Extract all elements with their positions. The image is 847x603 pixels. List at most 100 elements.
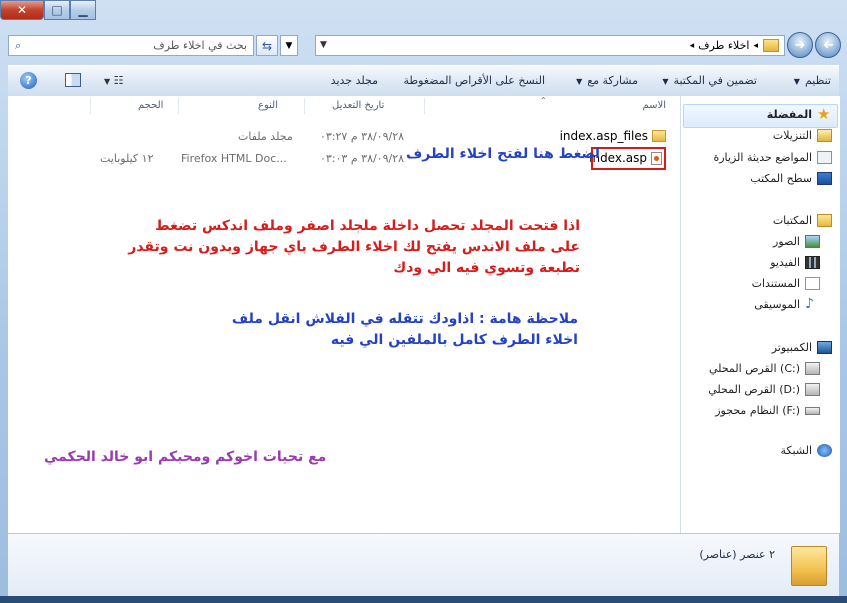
highlight-box [591, 147, 666, 170]
nav-label: المكتبات [772, 214, 812, 227]
breadcrumb-separator[interactable]: ◂ [753, 41, 758, 51]
column-divider[interactable] [90, 98, 91, 114]
nav-recent-places[interactable]: المواضع حديثة الزيارة [713, 151, 832, 164]
recent-places-icon [817, 151, 832, 164]
nav-downloads[interactable]: التنزيلات [773, 129, 832, 142]
breadcrumb-item[interactable]: اخلاء طرف [698, 39, 749, 52]
folder-icon [791, 546, 827, 586]
history-dropdown[interactable]: ▼ [280, 35, 298, 56]
share-with-button[interactable]: ▼ مشاركة مع [576, 74, 638, 87]
nav-documents[interactable]: المستندات [752, 277, 820, 290]
caption-buttons: ✕ □ ▁ [0, 0, 96, 20]
computer-icon [817, 341, 832, 354]
taskbar [0, 596, 847, 603]
refresh-button[interactable]: ⇆ [256, 35, 278, 56]
folder-icon [763, 39, 779, 52]
chevron-down-icon: ▼ [793, 77, 800, 86]
organize-button[interactable]: ▼ تنظيم [794, 74, 831, 87]
nav-label: المفضلة [766, 108, 812, 121]
nav-label: الصور [773, 235, 800, 248]
column-divider[interactable] [424, 98, 425, 114]
change-view-button[interactable]: ▼ ☷ [104, 74, 124, 87]
videos-icon [805, 256, 820, 269]
nav-label: الشبكة [780, 444, 812, 457]
maximize-button[interactable]: □ [44, 0, 70, 20]
file-row-folder[interactable]: index.asp_files [560, 129, 666, 143]
view-list-icon: ☷ [113, 74, 124, 87]
file-list: الاسم ⌃ تاريخ التعديل النوع الحجم index.… [8, 96, 680, 533]
nav-label: التنزيلات [772, 129, 812, 142]
star-icon: ★ [817, 105, 831, 123]
nav-desktop[interactable]: سطح المكتب [750, 172, 832, 185]
item-count: ٢ عنصر (عناصر) [699, 548, 775, 561]
file-modified: ٣٨/٠٩/٢٨ م ٠٣:٢٧ [320, 130, 405, 143]
new-folder-label: مجلد جديد [330, 74, 378, 87]
column-divider[interactable] [178, 98, 179, 114]
nav-label: المواضع حديثة الزيارة [713, 151, 812, 164]
search-icon: ⌕ [15, 38, 22, 52]
nav-music[interactable]: الموسيقى ♪ [754, 297, 820, 311]
burn-label: النسخ على الأقراص المضغوطة [403, 74, 545, 87]
desktop-icon [817, 172, 832, 185]
nav-libraries[interactable]: المكتبات [773, 214, 832, 227]
nav-label: القرص المحلي (D:) [708, 383, 800, 396]
drive-icon [805, 406, 820, 415]
downloads-icon [817, 129, 832, 142]
command-bar: ▼ تنظيم ▼ تضمين في المكتبة ▼ مشاركة مع النس… [8, 65, 839, 97]
explorer-window: ✕ □ ▁ ➜ ➜ ◂ اخلاء طرف ◂ ▼ ⇆ ▼ ⌕ بحث في ا… [0, 0, 847, 603]
forward-button[interactable]: ➜ [787, 32, 813, 58]
nav-computer[interactable]: الكمبيوتر [772, 341, 832, 354]
nav-favorites[interactable]: المفضلة ★ [766, 105, 832, 123]
details-pane: ٢ عنصر (عناصر) [8, 533, 839, 596]
minimize-button[interactable]: ▁ [70, 0, 96, 20]
share-label: مشاركة مع [587, 74, 638, 87]
instructions-note: اذا فتحت المجلد تحصل داخلة ملجلد اصفر وم… [128, 218, 580, 276]
arrow-right-icon: ➜ [794, 37, 806, 53]
important-note: ملاحظة هامة : اذاودك تتقله في الفلاش انق… [231, 311, 578, 348]
column-name[interactable]: الاسم [642, 100, 666, 111]
help-icon[interactable]: ? [20, 72, 37, 89]
preview-pane-icon[interactable] [65, 73, 81, 87]
nav-disk-f[interactable]: النظام محجوز (F:) [715, 404, 820, 417]
address-row: ➜ ➜ ◂ اخلاء طرف ◂ ▼ ⇆ ▼ ⌕ بحث في اخلاء ط… [0, 32, 847, 58]
file-size: ١٢ كيلوبايت [100, 152, 154, 165]
search-placeholder: بحث في اخلاء طرف [153, 39, 247, 52]
arrow-left-icon: ➜ [822, 37, 834, 53]
chevron-down-icon[interactable]: ▼ [320, 40, 327, 50]
nav-label: الموسيقى [754, 298, 800, 311]
nav-disk-c[interactable]: القرص المحلي (C:) [709, 362, 820, 375]
chevron-down-icon: ▼ [285, 40, 293, 51]
pictures-icon [805, 235, 820, 248]
include-library-button[interactable]: ▼ تضمين في المكتبة [662, 74, 757, 87]
breadcrumb-separator[interactable]: ◂ [690, 41, 695, 51]
signature-note: مع تحيات اخوكم ومحبكم ابو خالد الحكمي [44, 449, 327, 465]
column-divider[interactable] [304, 98, 305, 114]
documents-icon [805, 277, 820, 290]
include-label: تضمين في المكتبة [673, 74, 757, 87]
nav-label: القرص المحلي (C:) [709, 362, 800, 375]
address-bar[interactable]: ◂ اخلاء طرف ◂ ▼ [315, 35, 785, 56]
new-folder-button[interactable]: مجلد جديد [331, 74, 378, 87]
nav-pictures[interactable]: الصور [773, 235, 820, 248]
navigation-pane: المفضلة ★ التنزيلات المواضع حديثة الزيارة… [680, 96, 840, 533]
file-modified: ٣٨/٠٩/٢٨ م ٠٣:٠٣ [320, 152, 405, 165]
file-type: مجلد ملفات [238, 130, 293, 143]
click-here-note: اضغط هنا لفتح اخلاء الطرف [406, 146, 600, 162]
column-modified[interactable]: تاريخ التعديل [332, 100, 384, 111]
column-size[interactable]: الحجم [138, 100, 163, 111]
windows-drive-icon [805, 362, 820, 375]
nav-videos[interactable]: الفيديو [770, 256, 820, 269]
nav-disk-d[interactable]: القرص المحلي (D:) [708, 383, 820, 396]
nav-buttons: ➜ ➜ [787, 32, 841, 58]
network-icon [817, 444, 832, 457]
file-name: index.asp_files [559, 129, 648, 143]
close-button[interactable]: ✕ [0, 0, 44, 20]
burn-button[interactable]: النسخ على الأقراص المضغوطة [404, 74, 545, 87]
libraries-icon [817, 214, 832, 227]
nav-label: المستندات [751, 277, 800, 290]
nav-network[interactable]: الشبكة [780, 444, 832, 457]
column-type[interactable]: النوع [258, 100, 278, 111]
search-input[interactable]: ⌕ بحث في اخلاء طرف [8, 35, 254, 56]
back-button[interactable]: ➜ [815, 32, 841, 58]
file-type: Firefox HTML Doc... [181, 152, 287, 165]
